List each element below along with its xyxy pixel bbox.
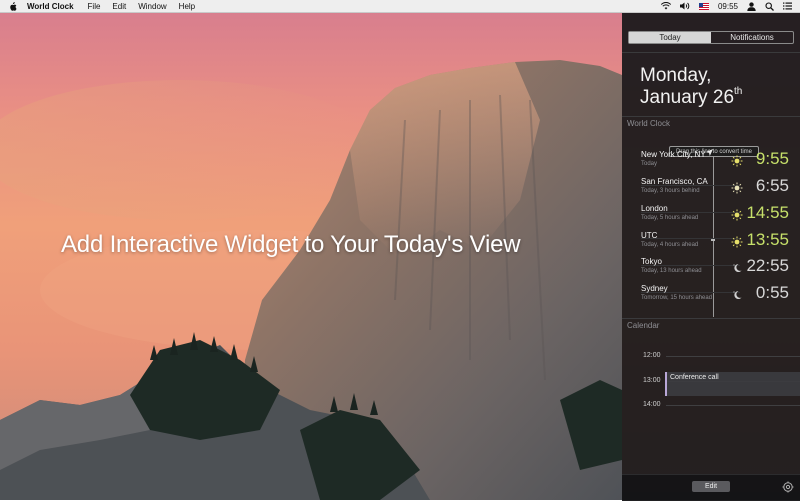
promo-headline: Add Interactive Widget to Your Today's V… <box>61 231 521 258</box>
date-weekday: Monday, <box>640 65 712 86</box>
list-icon[interactable] <box>783 2 792 10</box>
today-notifications-switch: Today Notifications <box>628 31 794 44</box>
menu-bar: World Clock File Edit Window Help 09:55 <box>0 0 800 13</box>
city-name: New York City, NY <box>641 150 706 159</box>
notification-center-panel: Today Notifications Monday, January 26th… <box>622 13 800 501</box>
location-arrow-icon <box>706 149 713 158</box>
divider <box>622 52 800 53</box>
sun-icon <box>731 235 743 248</box>
search-icon[interactable] <box>765 1 774 11</box>
edit-button[interactable]: Edit <box>692 481 730 492</box>
flag-icon[interactable] <box>698 2 709 10</box>
tab-notifications[interactable]: Notifications <box>711 32 793 43</box>
sun-icon <box>731 181 743 194</box>
calendar-hour-line <box>666 356 800 357</box>
apple-icon[interactable] <box>9 1 18 11</box>
city-offset: Today, 4 hours ahead <box>641 242 699 248</box>
tab-today[interactable]: Today <box>629 32 711 43</box>
status-area: 09:55 <box>652 2 800 11</box>
city-time: 0:55 <box>755 283 789 302</box>
clock-row-utc[interactable]: UTC Today, 4 hours ahead 13:55 <box>622 229 800 255</box>
city-name: Tokyo <box>641 257 662 266</box>
sun-icon <box>731 208 743 221</box>
city-name: UTC <box>641 231 658 240</box>
event-title: Conference call <box>670 374 719 381</box>
clock-row-london[interactable]: London Today, 5 hours ahead 14:55 <box>622 202 800 228</box>
city-offset: Tomorrow, 15 hours ahead <box>641 295 713 301</box>
calendar-hour-label: 13:00 <box>643 377 661 384</box>
city-offset: Today, 5 hours ahead <box>641 215 699 221</box>
moon-icon <box>731 261 743 273</box>
calendar-event[interactable]: Conference call <box>665 372 800 396</box>
gear-icon[interactable] <box>782 480 794 493</box>
calendar-hour-line <box>666 405 800 406</box>
divider <box>622 116 800 117</box>
city-time: 6:55 <box>755 176 789 195</box>
city-time: 13:55 <box>746 230 789 249</box>
moon-icon <box>731 288 743 300</box>
clock-row-san-francisco[interactable]: San Francisco, CA Today, 3 hours behind … <box>622 175 800 201</box>
city-time: 14:55 <box>746 203 789 222</box>
city-name: London <box>641 204 668 213</box>
clock-row-sydney[interactable]: Sydney Tomorrow, 15 hours ahead 0:55 <box>622 282 800 308</box>
city-time: 9:55 <box>755 149 789 168</box>
clock-row-tokyo[interactable]: Tokyo Today, 13 hours ahead 22:55 <box>622 255 800 281</box>
calendar-hour-label: 14:00 <box>643 401 661 408</box>
divider <box>622 318 800 319</box>
wifi-icon[interactable] <box>660 2 671 10</box>
menu-help[interactable]: Help <box>179 2 195 11</box>
menubar-clock[interactable]: 09:55 <box>718 2 738 11</box>
date-month-day: January 26 <box>640 87 735 108</box>
city-name: Sydney <box>641 284 668 293</box>
date-suffix: th <box>734 86 743 97</box>
app-menu-world-clock[interactable]: World Clock <box>27 2 74 11</box>
panel-footer: Edit <box>622 474 800 501</box>
city-offset: Today <box>641 161 658 167</box>
user-icon[interactable] <box>747 1 756 11</box>
menu-edit[interactable]: Edit <box>112 2 126 11</box>
calendar-section-title: Calendar <box>627 321 660 330</box>
date-day: January 26th <box>640 86 743 109</box>
city-offset: Today, 3 hours behind <box>641 188 700 194</box>
city-time: 22:55 <box>746 256 789 275</box>
city-name: San Francisco, CA <box>641 177 708 186</box>
world-clock-section-title: World Clock <box>627 119 670 128</box>
sun-icon <box>731 154 743 167</box>
calendar-hour-label: 12:00 <box>643 352 661 359</box>
menu-file[interactable]: File <box>88 2 101 11</box>
city-offset: Today, 13 hours ahead <box>641 268 702 274</box>
volume-icon[interactable] <box>679 2 690 10</box>
menu-window[interactable]: Window <box>138 2 166 11</box>
clock-row-new-york[interactable]: New York City, NY Today 9:55 <box>622 148 800 174</box>
